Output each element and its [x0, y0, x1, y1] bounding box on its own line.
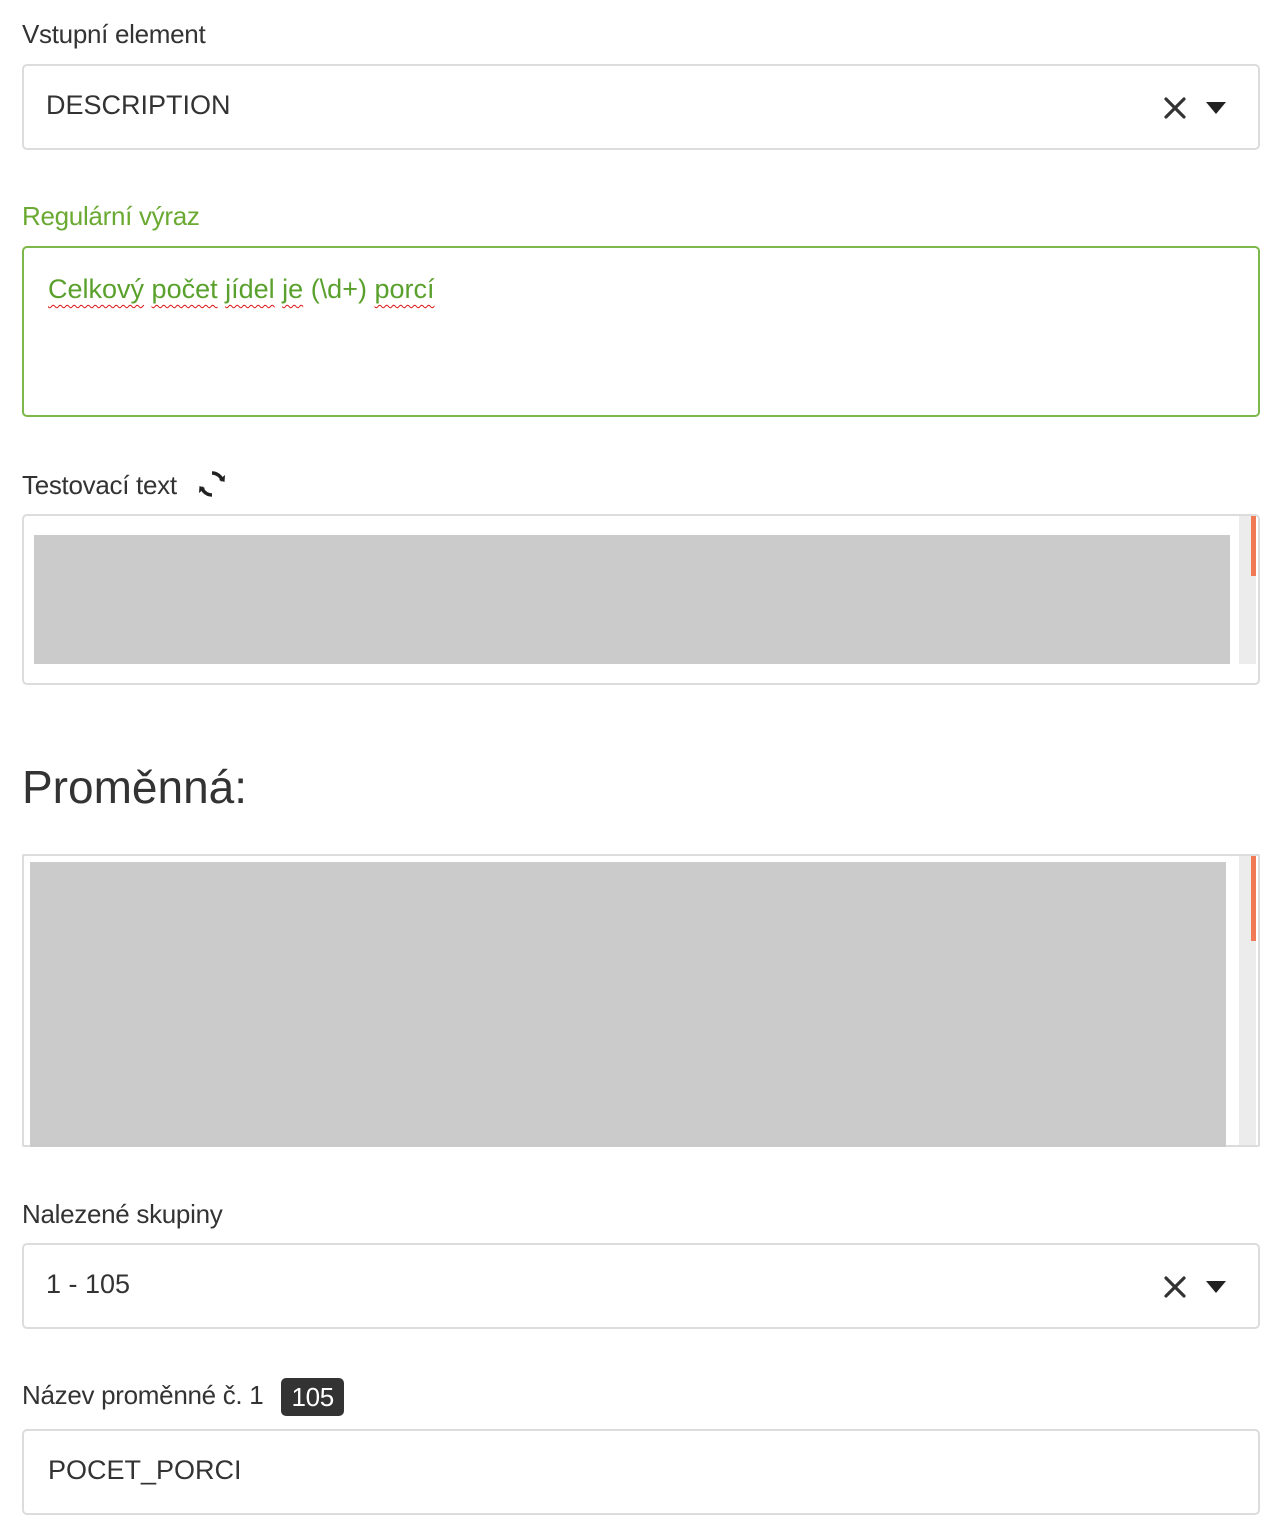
found-groups-label: Nalezené skupiny — [22, 1199, 223, 1229]
variable-heading: Proměnná: — [22, 761, 248, 813]
found-groups-select[interactable]: 1 - 105 — [22, 1243, 1260, 1329]
redacted-content — [30, 862, 1226, 1147]
group-value-badge: 105 — [281, 1378, 344, 1416]
test-text-label: Testovací text — [22, 469, 177, 500]
regex-label: Regulární výraz — [22, 201, 200, 231]
scrollbar[interactable] — [1239, 516, 1256, 664]
close-icon[interactable] — [1162, 95, 1188, 121]
variable-name-input[interactable]: POCET_PORCI — [22, 1429, 1260, 1515]
caret-down-icon[interactable] — [1206, 1281, 1226, 1293]
redacted-content — [34, 535, 1230, 664]
variable-name-value: POCET_PORCI — [48, 1455, 242, 1485]
input-element-label: Vstupní element — [22, 19, 206, 49]
regex-textarea[interactable]: Celkový počet jídel je (\d+) porcí — [22, 246, 1260, 417]
caret-down-icon[interactable] — [1206, 102, 1226, 114]
scrollbar-thumb[interactable] — [1251, 856, 1256, 941]
test-text-area[interactable] — [22, 514, 1260, 685]
found-groups-value: 1 - 105 — [46, 1269, 131, 1299]
refresh-icon[interactable] — [197, 469, 227, 505]
input-element-select[interactable]: DESCRIPTION — [22, 64, 1260, 150]
scrollbar-thumb[interactable] — [1251, 516, 1256, 576]
scrollbar[interactable] — [1239, 856, 1256, 1145]
variable-name-label-row: Název proměnné č. 1 105 — [22, 1378, 344, 1416]
variable-name-label: Název proměnné č. 1 — [22, 1379, 264, 1410]
close-icon[interactable] — [1162, 1274, 1188, 1300]
test-text-label-row: Testovací text — [22, 469, 227, 505]
variable-preview-area[interactable] — [22, 854, 1260, 1147]
regex-value: Celkový počet jídel je (\d+) porcí — [48, 274, 435, 304]
input-element-value: DESCRIPTION — [46, 90, 231, 120]
